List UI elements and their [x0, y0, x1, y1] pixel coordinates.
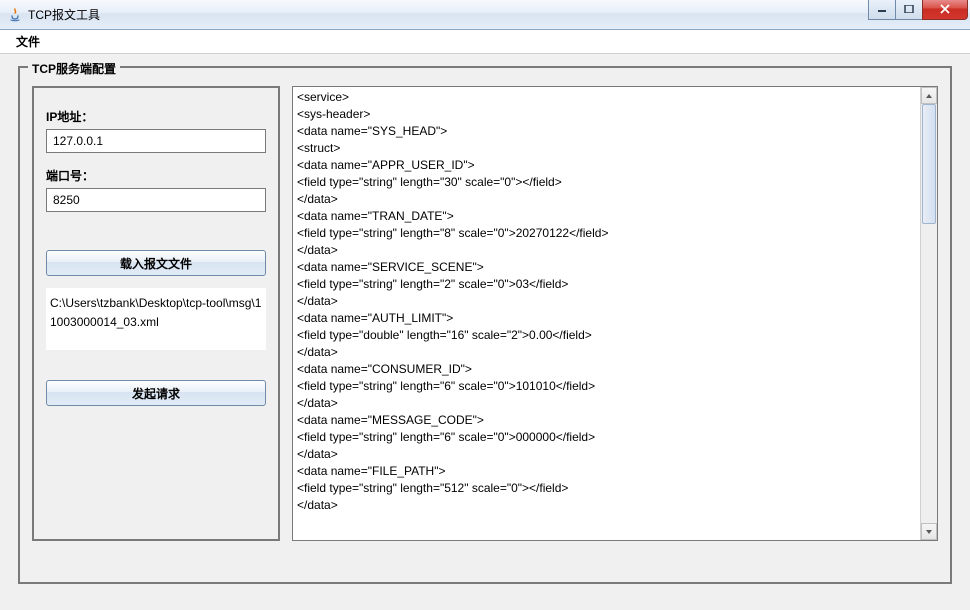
payload-textarea-wrap: <service> <sys-header> <data name="SYS_H…: [292, 86, 938, 541]
scroll-thumb[interactable]: [922, 104, 936, 224]
maximize-button[interactable]: [895, 0, 923, 20]
java-icon: [7, 7, 23, 23]
window-title: TCP报文工具: [28, 6, 869, 23]
minimize-button[interactable]: [868, 0, 896, 20]
group-title: TCP服务端配置: [28, 60, 120, 77]
config-group: TCP服务端配置 IP地址： 端口号： 载入报文文件 C:\Users\tzba…: [18, 66, 952, 584]
load-file-button[interactable]: 载入报文文件: [46, 250, 266, 276]
send-request-button[interactable]: 发起请求: [46, 380, 266, 406]
scroll-track[interactable]: [921, 104, 937, 523]
scroll-up-arrow[interactable]: [921, 87, 937, 104]
main-area: TCP服务端配置 IP地址： 端口号： 载入报文文件 C:\Users\tzba…: [0, 54, 970, 610]
port-label: 端口号：: [46, 167, 266, 184]
close-button[interactable]: [922, 0, 968, 20]
window-controls: [869, 0, 968, 20]
port-input[interactable]: [46, 188, 266, 212]
ip-input[interactable]: [46, 129, 266, 153]
menubar: 文件: [0, 30, 970, 54]
payload-textarea[interactable]: <service> <sys-header> <data name="SYS_H…: [293, 87, 920, 540]
scroll-down-arrow[interactable]: [921, 523, 937, 540]
file-path-display: C:\Users\tzbank\Desktop\tcp-tool\msg\110…: [46, 288, 266, 350]
ip-label: IP地址：: [46, 108, 266, 125]
left-panel: IP地址： 端口号： 载入报文文件 C:\Users\tzbank\Deskto…: [32, 86, 280, 541]
right-panel: <service> <sys-header> <data name="SYS_H…: [292, 86, 938, 541]
menu-file[interactable]: 文件: [8, 31, 48, 52]
titlebar: TCP报文工具: [0, 0, 970, 30]
vertical-scrollbar[interactable]: [920, 87, 937, 540]
